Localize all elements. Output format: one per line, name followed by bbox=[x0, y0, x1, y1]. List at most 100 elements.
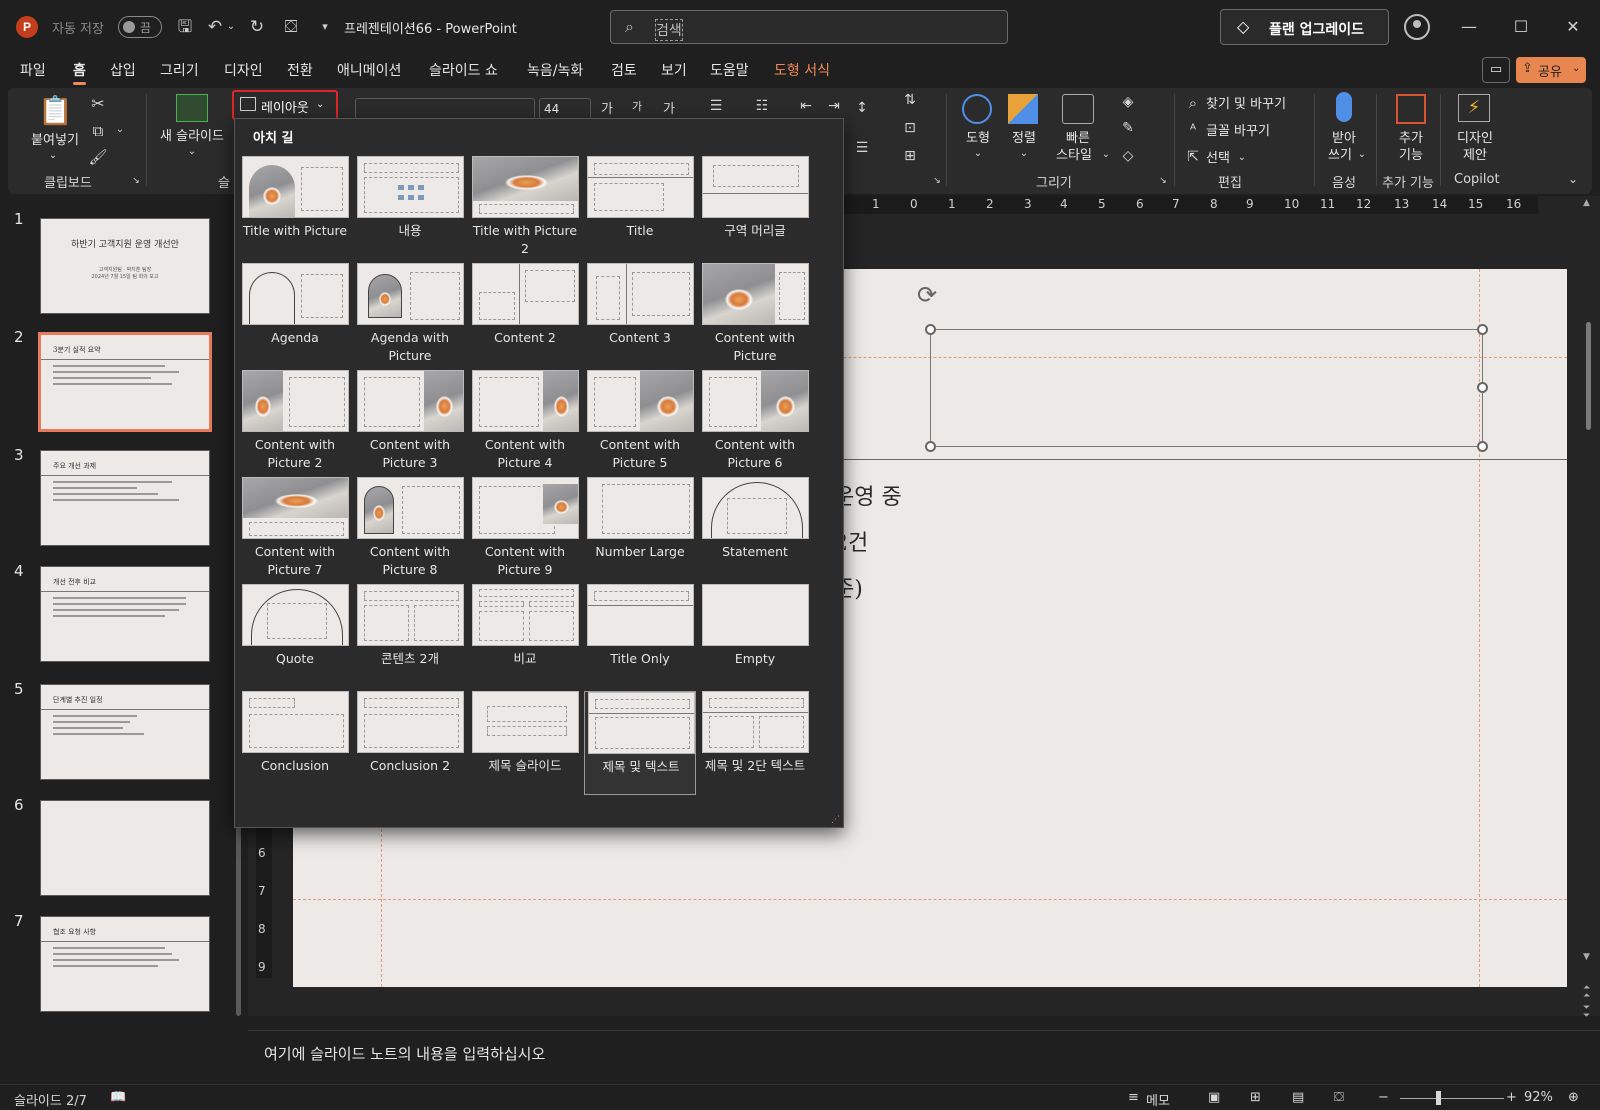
tab-file[interactable]: 파일 bbox=[20, 60, 46, 80]
paste-dropdown-icon[interactable]: ⌄ bbox=[46, 150, 60, 161]
tab-shape-format[interactable]: 도형 서식 bbox=[774, 60, 830, 80]
save-icon[interactable]: 🖫 bbox=[172, 14, 198, 40]
body-text-line[interactable]: 운영 중 bbox=[834, 479, 902, 511]
layout-button[interactable]: 레이아웃 ⌄ bbox=[232, 90, 338, 120]
paragraph-launcher-icon[interactable]: ↘ bbox=[931, 176, 943, 186]
bullets-icon[interactable]: ☰ bbox=[706, 98, 726, 114]
notes-button[interactable]: 메모 bbox=[1146, 1090, 1170, 1109]
shapes-icon[interactable] bbox=[962, 94, 992, 124]
find-icon[interactable]: ⌕ bbox=[1184, 94, 1202, 112]
layout-item[interactable]: Content with Picture 7 bbox=[239, 477, 351, 581]
select-dropdown-icon[interactable]: ⌄ bbox=[1236, 152, 1248, 163]
layout-item[interactable]: Content with Picture 3 bbox=[354, 370, 466, 474]
tab-view[interactable]: 보기 bbox=[661, 60, 687, 80]
account-avatar[interactable] bbox=[1404, 14, 1430, 40]
cut-icon[interactable]: ✂ bbox=[88, 94, 108, 113]
dictate-dropdown-icon[interactable]: ⌄ bbox=[1356, 149, 1368, 160]
addins-line1[interactable]: 추가 bbox=[1389, 130, 1433, 147]
decrease-font-icon[interactable]: 가 bbox=[628, 98, 646, 114]
layout-item[interactable]: Content 2 bbox=[469, 263, 581, 367]
resize-handle[interactable] bbox=[1477, 441, 1488, 452]
zoom-slider-thumb[interactable] bbox=[1436, 1091, 1441, 1105]
numbering-icon[interactable]: ☷ bbox=[752, 98, 772, 114]
text-direction-icon[interactable]: ⇅ bbox=[900, 92, 920, 108]
tab-insert[interactable]: 삽입 bbox=[110, 60, 136, 80]
layout-item[interactable]: Agenda bbox=[239, 263, 351, 367]
addins-icon[interactable] bbox=[1396, 94, 1426, 124]
copy-dropdown-icon[interactable]: ⌄ bbox=[114, 124, 126, 135]
minimize-icon[interactable]: — bbox=[1446, 12, 1492, 42]
increase-font-icon[interactable]: 가 bbox=[598, 98, 616, 117]
layout-item[interactable]: Statement bbox=[699, 477, 811, 581]
dictate-line1[interactable]: 받아 bbox=[1322, 130, 1366, 147]
comments-icon[interactable]: ▭ bbox=[1482, 57, 1510, 83]
zoom-slider[interactable] bbox=[1400, 1098, 1504, 1099]
present-from-start-icon[interactable]: ⛋ bbox=[278, 14, 304, 40]
layout-item[interactable]: Quote bbox=[239, 584, 351, 688]
customize-qat-icon[interactable]: ▾ bbox=[312, 14, 338, 40]
layout-item[interactable]: Title bbox=[584, 156, 696, 260]
paste-button[interactable]: 붙여넣기 bbox=[22, 132, 88, 149]
tab-draw[interactable]: 그리기 bbox=[160, 60, 199, 80]
reading-view-icon[interactable]: ▤ bbox=[1292, 1090, 1304, 1105]
slide-thumbnail-5[interactable]: 단계별 추진 일정 bbox=[40, 684, 210, 780]
columns-icon[interactable]: ☰ bbox=[852, 140, 872, 156]
share-button[interactable]: ⇪ 공유 ⌄ bbox=[1516, 57, 1586, 83]
tab-transitions[interactable]: 전환 bbox=[287, 60, 313, 80]
next-slide-icon[interactable]: ⏷ ⏷ bbox=[1583, 1004, 1590, 1021]
tab-home[interactable]: 홈 bbox=[73, 60, 86, 85]
designer-icon[interactable]: ⚡ bbox=[1458, 94, 1490, 122]
find-replace-button[interactable]: 찾기 및 바꾸기 bbox=[1206, 96, 1286, 113]
shape-outline-icon[interactable]: ✎ bbox=[1118, 120, 1138, 136]
slide-thumbnail-1[interactable]: 하반기 고객지원 운영 개선안 고객지원팀 · 박지훈 팀장 2024년 7월 … bbox=[40, 218, 210, 314]
replace-font-icon[interactable]: ᴬ bbox=[1184, 122, 1202, 138]
redo-icon[interactable]: ↻ bbox=[244, 14, 270, 40]
maximize-icon[interactable]: ☐ bbox=[1498, 12, 1544, 42]
slideshow-icon[interactable]: ⛋ bbox=[1334, 1090, 1344, 1105]
clipboard-launcher-icon[interactable]: ↘ bbox=[130, 176, 142, 186]
new-slide-icon[interactable] bbox=[176, 94, 208, 122]
layout-item[interactable]: 제목 슬라이드 bbox=[469, 691, 581, 795]
layout-item[interactable]: Content with Picture 2 bbox=[239, 370, 351, 474]
replace-font-button[interactable]: 글꼴 바꾸기 bbox=[1206, 123, 1270, 140]
tab-record[interactable]: 녹음/녹화 bbox=[527, 60, 583, 80]
previous-slide-icon[interactable]: ⏶ ⏶ bbox=[1583, 984, 1590, 1001]
smartart-icon[interactable]: ⊞ bbox=[900, 148, 920, 164]
layout-item[interactable]: Content with Picture 5 bbox=[584, 370, 696, 474]
rotate-handle-icon[interactable]: ⟳ bbox=[917, 281, 937, 309]
shapes-dropdown-icon[interactable]: ⌄ bbox=[972, 148, 984, 159]
decrease-indent-icon[interactable]: ⇤ bbox=[796, 98, 816, 114]
quick-styles-line1[interactable]: 빠른 bbox=[1052, 130, 1104, 147]
clear-format-icon[interactable]: 가 bbox=[660, 98, 678, 117]
quick-styles-icon[interactable] bbox=[1062, 94, 1094, 124]
increase-indent-icon[interactable]: ⇥ bbox=[824, 98, 844, 114]
layout-item[interactable]: Empty bbox=[699, 584, 811, 688]
tab-design[interactable]: 디자인 bbox=[224, 60, 263, 80]
layout-item[interactable]: Conclusion bbox=[239, 691, 351, 795]
copy-icon[interactable]: ⧉ bbox=[88, 122, 108, 140]
layout-item[interactable]: Title with Picture 2 bbox=[469, 156, 581, 260]
layout-item[interactable]: Agenda with Picture bbox=[354, 263, 466, 367]
zoom-in-icon[interactable]: + bbox=[1506, 1090, 1517, 1105]
layout-item[interactable]: 제목 및 2단 텍스트 bbox=[699, 691, 811, 795]
format-painter-icon[interactable]: 🖌 bbox=[88, 148, 108, 166]
line-spacing-icon[interactable]: ↕ bbox=[852, 100, 872, 116]
upgrade-plan-button[interactable]: ◇ 플랜 업그레이드 bbox=[1220, 9, 1389, 45]
close-icon[interactable]: ✕ bbox=[1550, 12, 1596, 42]
tab-help[interactable]: 도움말 bbox=[710, 60, 749, 80]
layout-item[interactable]: Title with Picture bbox=[239, 156, 351, 260]
autosave-toggle[interactable]: 끔 bbox=[118, 16, 162, 38]
layout-item[interactable]: 내용 bbox=[354, 156, 466, 260]
search-input[interactable]: ⌕ 검색 bbox=[610, 10, 1008, 44]
resize-handle[interactable] bbox=[925, 441, 936, 452]
resize-grip-icon[interactable]: ⋰ bbox=[831, 815, 840, 825]
resize-handle[interactable] bbox=[1477, 382, 1488, 393]
slide-thumbnail-7[interactable]: 협조 요청 사항 bbox=[40, 916, 210, 1012]
drawing-launcher-icon[interactable]: ↘ bbox=[1157, 176, 1169, 186]
tab-slideshow[interactable]: 슬라이드 쇼 bbox=[429, 60, 498, 80]
designer-line2[interactable]: 제안 bbox=[1450, 147, 1500, 164]
undo-dropdown-icon[interactable]: ⌄ bbox=[224, 14, 238, 40]
layout-item[interactable]: Content with Picture bbox=[699, 263, 811, 367]
microphone-icon[interactable] bbox=[1336, 92, 1352, 122]
scroll-up-icon[interactable]: ▲ bbox=[1583, 198, 1590, 208]
